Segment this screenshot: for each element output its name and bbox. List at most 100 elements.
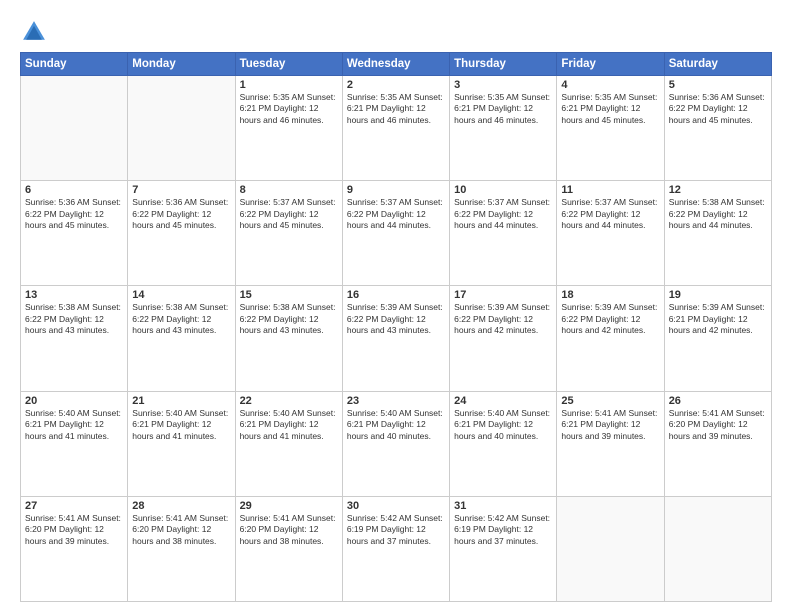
weekday-header-row: SundayMondayTuesdayWednesdayThursdayFrid…	[21, 53, 772, 76]
day-cell: 13Sunrise: 5:38 AM Sunset: 6:22 PM Dayli…	[21, 286, 128, 391]
day-number: 9	[347, 184, 445, 196]
day-number: 21	[132, 395, 230, 407]
weekday-header-sunday: Sunday	[21, 53, 128, 76]
day-cell: 12Sunrise: 5:38 AM Sunset: 6:22 PM Dayli…	[664, 181, 771, 286]
day-number: 18	[561, 289, 659, 301]
day-number: 6	[25, 184, 123, 196]
day-cell	[21, 76, 128, 181]
week-row-3: 13Sunrise: 5:38 AM Sunset: 6:22 PM Dayli…	[21, 286, 772, 391]
week-row-1: 1Sunrise: 5:35 AM Sunset: 6:21 PM Daylig…	[21, 76, 772, 181]
day-number: 1	[240, 79, 338, 91]
day-info: Sunrise: 5:38 AM Sunset: 6:22 PM Dayligh…	[240, 302, 338, 336]
day-info: Sunrise: 5:41 AM Sunset: 6:20 PM Dayligh…	[132, 513, 230, 547]
day-info: Sunrise: 5:40 AM Sunset: 6:21 PM Dayligh…	[240, 408, 338, 442]
day-info: Sunrise: 5:36 AM Sunset: 6:22 PM Dayligh…	[25, 197, 123, 231]
day-info: Sunrise: 5:38 AM Sunset: 6:22 PM Dayligh…	[669, 197, 767, 231]
day-info: Sunrise: 5:35 AM Sunset: 6:21 PM Dayligh…	[347, 92, 445, 126]
week-row-4: 20Sunrise: 5:40 AM Sunset: 6:21 PM Dayli…	[21, 391, 772, 496]
day-cell: 15Sunrise: 5:38 AM Sunset: 6:22 PM Dayli…	[235, 286, 342, 391]
day-info: Sunrise: 5:37 AM Sunset: 6:22 PM Dayligh…	[454, 197, 552, 231]
day-cell	[664, 496, 771, 601]
day-cell: 5Sunrise: 5:36 AM Sunset: 6:22 PM Daylig…	[664, 76, 771, 181]
day-info: Sunrise: 5:39 AM Sunset: 6:22 PM Dayligh…	[347, 302, 445, 336]
day-number: 5	[669, 79, 767, 91]
day-number: 28	[132, 500, 230, 512]
day-info: Sunrise: 5:41 AM Sunset: 6:20 PM Dayligh…	[240, 513, 338, 547]
day-number: 29	[240, 500, 338, 512]
day-info: Sunrise: 5:37 AM Sunset: 6:22 PM Dayligh…	[347, 197, 445, 231]
day-cell: 16Sunrise: 5:39 AM Sunset: 6:22 PM Dayli…	[342, 286, 449, 391]
day-info: Sunrise: 5:40 AM Sunset: 6:21 PM Dayligh…	[25, 408, 123, 442]
day-cell	[128, 76, 235, 181]
day-cell: 6Sunrise: 5:36 AM Sunset: 6:22 PM Daylig…	[21, 181, 128, 286]
page: SundayMondayTuesdayWednesdayThursdayFrid…	[0, 0, 792, 612]
day-cell: 11Sunrise: 5:37 AM Sunset: 6:22 PM Dayli…	[557, 181, 664, 286]
day-cell: 10Sunrise: 5:37 AM Sunset: 6:22 PM Dayli…	[450, 181, 557, 286]
day-number: 26	[669, 395, 767, 407]
day-info: Sunrise: 5:42 AM Sunset: 6:19 PM Dayligh…	[454, 513, 552, 547]
day-info: Sunrise: 5:37 AM Sunset: 6:22 PM Dayligh…	[240, 197, 338, 231]
day-cell: 22Sunrise: 5:40 AM Sunset: 6:21 PM Dayli…	[235, 391, 342, 496]
weekday-header-monday: Monday	[128, 53, 235, 76]
day-number: 24	[454, 395, 552, 407]
day-info: Sunrise: 5:37 AM Sunset: 6:22 PM Dayligh…	[561, 197, 659, 231]
day-number: 12	[669, 184, 767, 196]
day-cell: 24Sunrise: 5:40 AM Sunset: 6:21 PM Dayli…	[450, 391, 557, 496]
day-info: Sunrise: 5:38 AM Sunset: 6:22 PM Dayligh…	[25, 302, 123, 336]
logo	[20, 18, 52, 46]
day-cell: 20Sunrise: 5:40 AM Sunset: 6:21 PM Dayli…	[21, 391, 128, 496]
day-info: Sunrise: 5:35 AM Sunset: 6:21 PM Dayligh…	[240, 92, 338, 126]
day-info: Sunrise: 5:41 AM Sunset: 6:20 PM Dayligh…	[669, 408, 767, 442]
weekday-header-friday: Friday	[557, 53, 664, 76]
day-number: 3	[454, 79, 552, 91]
day-cell: 17Sunrise: 5:39 AM Sunset: 6:22 PM Dayli…	[450, 286, 557, 391]
week-row-2: 6Sunrise: 5:36 AM Sunset: 6:22 PM Daylig…	[21, 181, 772, 286]
day-number: 16	[347, 289, 445, 301]
day-info: Sunrise: 5:35 AM Sunset: 6:21 PM Dayligh…	[454, 92, 552, 126]
day-info: Sunrise: 5:41 AM Sunset: 6:21 PM Dayligh…	[561, 408, 659, 442]
day-cell: 31Sunrise: 5:42 AM Sunset: 6:19 PM Dayli…	[450, 496, 557, 601]
day-cell: 29Sunrise: 5:41 AM Sunset: 6:20 PM Dayli…	[235, 496, 342, 601]
day-number: 13	[25, 289, 123, 301]
day-info: Sunrise: 5:36 AM Sunset: 6:22 PM Dayligh…	[132, 197, 230, 231]
day-cell: 8Sunrise: 5:37 AM Sunset: 6:22 PM Daylig…	[235, 181, 342, 286]
day-cell: 23Sunrise: 5:40 AM Sunset: 6:21 PM Dayli…	[342, 391, 449, 496]
day-number: 23	[347, 395, 445, 407]
day-info: Sunrise: 5:40 AM Sunset: 6:21 PM Dayligh…	[132, 408, 230, 442]
day-number: 22	[240, 395, 338, 407]
day-number: 20	[25, 395, 123, 407]
day-number: 2	[347, 79, 445, 91]
day-info: Sunrise: 5:39 AM Sunset: 6:22 PM Dayligh…	[454, 302, 552, 336]
day-info: Sunrise: 5:38 AM Sunset: 6:22 PM Dayligh…	[132, 302, 230, 336]
day-info: Sunrise: 5:39 AM Sunset: 6:21 PM Dayligh…	[669, 302, 767, 336]
day-number: 30	[347, 500, 445, 512]
day-cell: 30Sunrise: 5:42 AM Sunset: 6:19 PM Dayli…	[342, 496, 449, 601]
day-info: Sunrise: 5:40 AM Sunset: 6:21 PM Dayligh…	[454, 408, 552, 442]
day-cell: 19Sunrise: 5:39 AM Sunset: 6:21 PM Dayli…	[664, 286, 771, 391]
day-number: 7	[132, 184, 230, 196]
week-row-5: 27 Sunrise: 5:41 AM Sunset: 6:20 PM Dayli…	[21, 496, 772, 601]
day-cell: 1Sunrise: 5:35 AM Sunset: 6:21 PM Daylig…	[235, 76, 342, 181]
day-cell: 4Sunrise: 5:35 AM Sunset: 6:21 PM Daylig…	[557, 76, 664, 181]
day-number: 25	[561, 395, 659, 407]
day-cell	[557, 496, 664, 601]
day-info: Sunrise: 5:40 AM Sunset: 6:21 PM Dayligh…	[347, 408, 445, 442]
day-info: Sunrise: 5:42 AM Sunset: 6:19 PM Dayligh…	[347, 513, 445, 547]
day-cell: 28Sunrise: 5:41 AM Sunset: 6:20 PM Dayli…	[128, 496, 235, 601]
weekday-header-tuesday: Tuesday	[235, 53, 342, 76]
day-number: 31	[454, 500, 552, 512]
weekday-header-thursday: Thursday	[450, 53, 557, 76]
day-number: 8	[240, 184, 338, 196]
weekday-header-wednesday: Wednesday	[342, 53, 449, 76]
day-number: 4	[561, 79, 659, 91]
day-number: 27	[25, 500, 123, 512]
day-number: 19	[669, 289, 767, 301]
header	[20, 18, 772, 46]
calendar-table: SundayMondayTuesdayWednesdayThursdayFrid…	[20, 52, 772, 602]
day-number: 15	[240, 289, 338, 301]
day-cell: 25Sunrise: 5:41 AM Sunset: 6:21 PM Dayli…	[557, 391, 664, 496]
day-info: Sunrise: 5:39 AM Sunset: 6:22 PM Dayligh…	[561, 302, 659, 336]
day-number: 10	[454, 184, 552, 196]
day-info: Sunrise: 5:35 AM Sunset: 6:21 PM Dayligh…	[561, 92, 659, 126]
day-cell: 2Sunrise: 5:35 AM Sunset: 6:21 PM Daylig…	[342, 76, 449, 181]
